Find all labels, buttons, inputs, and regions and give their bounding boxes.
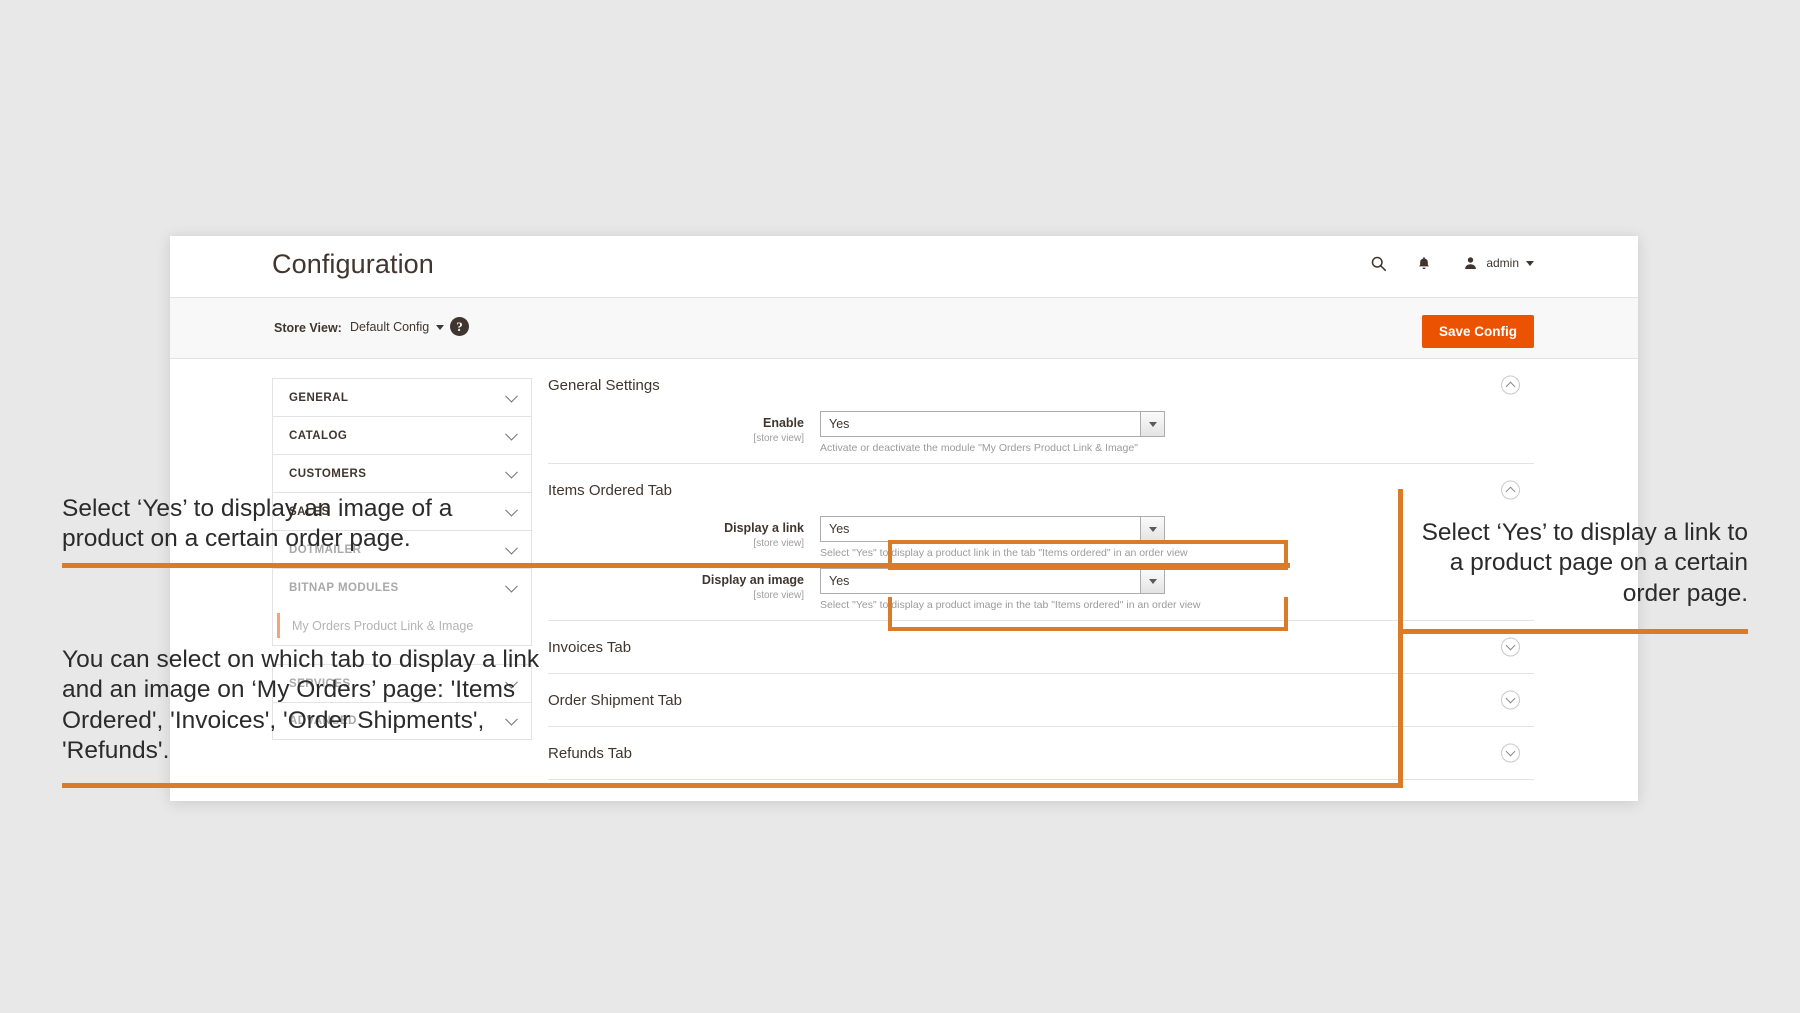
chevron-down-icon	[505, 389, 518, 403]
store-view-select[interactable]: Default Config	[350, 320, 445, 334]
sidebar-item-label: BITNAP MODULES	[289, 581, 399, 594]
field-label: Display a link	[724, 521, 804, 535]
header-actions: admin	[1368, 253, 1534, 273]
section-header-general-settings[interactable]: General Settings	[548, 359, 1534, 411]
chevron-down-icon	[436, 324, 445, 330]
section-refunds-tab: Refunds Tab	[548, 727, 1534, 780]
store-view-value: Default Config	[350, 320, 430, 334]
field-control: Yes Activate or deactivate the module "M…	[820, 411, 1165, 454]
chevron-down-icon[interactable]	[1501, 743, 1520, 763]
enable-select-value: Yes	[829, 417, 850, 431]
field-label-wrap: Display a link [store view]	[548, 516, 820, 550]
display-a-link-select-value: Yes	[829, 522, 850, 536]
sidebar-item-label: GENERAL	[289, 391, 349, 404]
annotation-rule-left-bottom	[62, 783, 1402, 788]
section-header-refunds-tab[interactable]: Refunds Tab	[548, 727, 1534, 779]
sidebar-item-label: CATALOG	[289, 429, 348, 442]
account-menu[interactable]: admin	[1460, 253, 1534, 273]
chevron-down-icon	[1140, 412, 1164, 436]
field-scope: [store view]	[753, 589, 804, 601]
chevron-down-icon	[505, 427, 518, 441]
search-icon[interactable]	[1368, 253, 1388, 273]
chevron-down-icon	[1140, 569, 1164, 593]
chevron-down-icon	[1140, 517, 1164, 541]
sidebar-subitem-my-orders-product-link-image[interactable]: My Orders Product Link & Image	[272, 606, 532, 646]
account-label: admin	[1486, 256, 1519, 270]
display-an-image-select-value: Yes	[829, 574, 850, 588]
sidebar-item-bitnap-modules[interactable]: BITNAP MODULES	[272, 568, 532, 606]
section-title: Order Shipment Tab	[548, 691, 682, 709]
sidebar-item-catalog[interactable]: CATALOG	[272, 416, 532, 454]
help-icon[interactable]: ?	[450, 317, 469, 336]
highlight-display-a-link	[888, 540, 1288, 570]
display-a-link-select[interactable]: Yes	[820, 516, 1165, 542]
annotation-left-top: Select ‘Yes’ to display an image of a pr…	[62, 495, 453, 553]
annotation-rule-right	[1398, 629, 1748, 634]
bell-icon[interactable]	[1414, 253, 1434, 273]
field-scope: [store view]	[753, 432, 804, 444]
field-label: Enable	[763, 416, 804, 430]
field-note: Activate or deactivate the module "My Or…	[820, 442, 1138, 454]
configuration-main: General Settings Enable [store view] Yes…	[548, 359, 1534, 801]
page-header: Configuration admin	[170, 236, 1638, 297]
section-title: General Settings	[548, 376, 660, 394]
field-scope: [store view]	[753, 537, 804, 549]
field-label: Display an image	[701, 573, 804, 587]
chevron-down-icon	[505, 465, 518, 479]
chevron-up-icon[interactable]	[1501, 375, 1520, 395]
field-enable: Enable [store view] Yes Activate or deac…	[548, 411, 1534, 463]
highlight-display-an-image	[888, 597, 1288, 631]
chevron-down-icon[interactable]	[1501, 690, 1520, 710]
store-view-label: Store View:	[274, 321, 342, 335]
section-title: Items Ordered Tab	[548, 481, 672, 499]
section-header-items-ordered-tab[interactable]: Items Ordered Tab	[548, 464, 1534, 516]
field-label-wrap: Enable [store view]	[548, 411, 820, 445]
section-order-shipment-tab: Order Shipment Tab	[548, 674, 1534, 727]
annotation-right: Select ‘Yes’ to display a link to a prod…	[1421, 519, 1748, 607]
store-view-bar: Store View: Default Config ? Save Config	[170, 297, 1638, 359]
chevron-down-icon[interactable]	[1501, 637, 1520, 657]
chevron-up-icon[interactable]	[1501, 480, 1520, 500]
sidebar-subitem-label: My Orders Product Link & Image	[292, 618, 474, 633]
save-config-button[interactable]: Save Config	[1421, 315, 1534, 348]
chevron-down-icon	[505, 579, 518, 593]
enable-select[interactable]: Yes	[820, 411, 1165, 437]
field-label-wrap: Display an image [store view]	[548, 568, 820, 602]
user-icon	[1460, 253, 1480, 273]
annotation-connector-vertical	[1398, 489, 1403, 788]
annotation-left-bottom: You can select on which tab to display a…	[62, 646, 540, 765]
sidebar-item-label: CUSTOMERS	[289, 467, 367, 480]
section-header-order-shipment-tab[interactable]: Order Shipment Tab	[548, 674, 1534, 726]
chevron-down-icon	[1526, 260, 1534, 266]
section-general-settings: General Settings Enable [store view] Yes…	[548, 359, 1534, 464]
page-title: Configuration	[272, 249, 434, 279]
sidebar-item-customers[interactable]: CUSTOMERS	[272, 454, 532, 492]
sidebar-item-general[interactable]: GENERAL	[272, 378, 532, 416]
display-an-image-select[interactable]: Yes	[820, 568, 1165, 594]
